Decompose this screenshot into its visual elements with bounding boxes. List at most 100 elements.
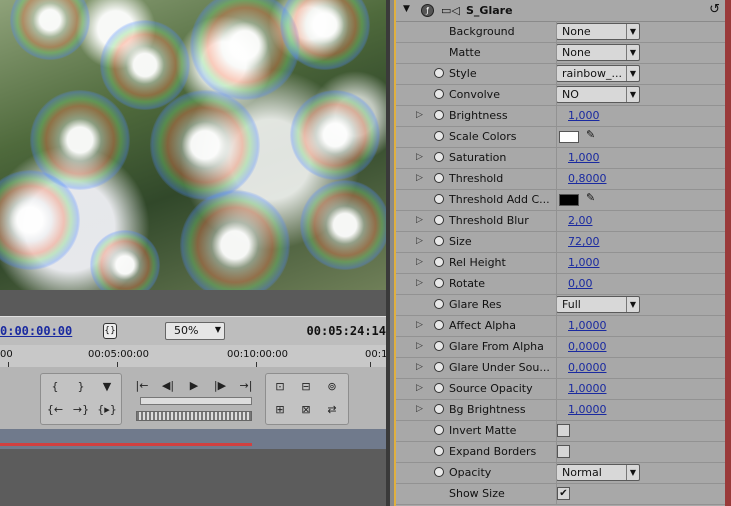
param-value[interactable]: 0,0000 [568, 340, 607, 353]
param-row: Scale Colors ✎ [396, 126, 727, 148]
param-value[interactable]: 1,000 [568, 151, 600, 164]
stopwatch-icon[interactable] [434, 173, 444, 183]
param-value[interactable]: 1,000 [568, 256, 600, 269]
color-swatch[interactable] [559, 131, 579, 143]
param-value[interactable]: 72,00 [568, 235, 600, 248]
stopwatch-icon[interactable] [434, 131, 444, 141]
twirl-down-icon[interactable]: ▼ [403, 4, 410, 14]
param-row: Invert Matte [396, 420, 727, 442]
shuttle-control[interactable] [136, 411, 252, 421]
column-divider [556, 357, 557, 378]
jog-slider[interactable] [140, 397, 252, 405]
step-forward-icon[interactable]: |▶ [210, 377, 230, 395]
param-checkbox[interactable] [557, 424, 570, 437]
twirl-right-icon[interactable]: ▷ [416, 362, 423, 372]
param-value[interactable]: 1,0000 [568, 382, 607, 395]
twirl-right-icon[interactable]: ▷ [416, 320, 423, 330]
export-frame-icon[interactable]: ⇄ [322, 401, 342, 419]
mark-out-icon[interactable]: } [71, 378, 91, 396]
video-preview[interactable] [0, 0, 386, 290]
insert-icon[interactable]: ⊞ [270, 401, 290, 419]
param-dropdown[interactable]: Full ▼ [556, 296, 640, 313]
param-value[interactable]: 2,00 [568, 214, 593, 227]
param-value[interactable]: 1,0000 [568, 403, 607, 416]
param-value[interactable]: 0,8000 [568, 172, 607, 185]
param-dropdown[interactable]: None ▼ [556, 23, 640, 40]
set-marker-icon[interactable]: ▼ [97, 378, 117, 396]
stopwatch-icon[interactable] [434, 68, 444, 78]
param-row: ▷ Saturation 1,000 [396, 147, 727, 169]
param-dropdown[interactable]: rainbow_... ▼ [556, 65, 640, 82]
play-in-to-out-icon[interactable]: {▸} [97, 401, 117, 419]
overlay-icon[interactable]: ⊠ [296, 401, 316, 419]
stopwatch-icon[interactable] [434, 320, 444, 330]
param-value[interactable]: 1,0000 [568, 319, 607, 332]
time-ruler[interactable]: 00 00:05:00:00 00:10:00:00 00:1 [0, 345, 387, 368]
stopwatch-icon[interactable] [434, 152, 444, 162]
column-divider [556, 462, 557, 483]
zoom-select[interactable]: 50% ▼ [165, 322, 225, 340]
step-back-icon[interactable]: ◀| [158, 377, 178, 395]
stopwatch-icon[interactable] [434, 257, 444, 267]
column-divider [556, 483, 557, 504]
motion-effect-icon: ▭◁ [441, 4, 460, 17]
stopwatch-icon[interactable] [434, 194, 444, 204]
twirl-right-icon[interactable]: ▷ [416, 236, 423, 246]
twirl-right-icon[interactable]: ▷ [416, 215, 423, 225]
stopwatch-icon[interactable] [434, 278, 444, 288]
stopwatch-icon[interactable] [434, 341, 444, 351]
stopwatch-icon[interactable] [434, 215, 444, 225]
param-checkbox[interactable]: ✔ [557, 487, 570, 500]
stopwatch-icon[interactable] [434, 425, 444, 435]
timeline-strip[interactable] [0, 429, 386, 449]
column-divider [556, 336, 557, 357]
param-value[interactable]: 1,000 [568, 109, 600, 122]
param-row: ▷ Rotate 0,00 [396, 273, 727, 295]
step-to-end-icon[interactable]: →| [236, 377, 256, 395]
param-dropdown[interactable]: NO ▼ [556, 86, 640, 103]
twirl-right-icon[interactable]: ▷ [416, 404, 423, 414]
snap-icon[interactable]: {} [103, 323, 117, 339]
eyedropper-icon[interactable]: ✎ [586, 191, 595, 204]
twirl-right-icon[interactable]: ▷ [416, 173, 423, 183]
mark-controls: { } ▼ {← →} {▸} [40, 373, 122, 425]
stopwatch-icon[interactable] [434, 404, 444, 414]
step-to-start-icon[interactable]: |← [132, 377, 152, 395]
twirl-right-icon[interactable]: ▷ [416, 383, 423, 393]
param-value[interactable]: 0,00 [568, 277, 593, 290]
trim-icon[interactable]: ⊟ [296, 378, 316, 396]
reset-icon[interactable]: ↺ [709, 2, 720, 17]
twirl-right-icon[interactable]: ▷ [416, 152, 423, 162]
param-dropdown[interactable]: Normal ▼ [556, 464, 640, 481]
stopwatch-icon[interactable] [434, 110, 444, 120]
color-swatch[interactable] [559, 194, 579, 206]
current-timecode[interactable]: 0:00:00:00 [0, 324, 72, 338]
twirl-right-icon[interactable]: ▷ [416, 278, 423, 288]
lift-icon[interactable]: ⊡ [270, 378, 290, 396]
stopwatch-icon[interactable] [434, 89, 444, 99]
param-checkbox[interactable] [557, 445, 570, 458]
stopwatch-icon[interactable] [434, 383, 444, 393]
play-icon[interactable]: ▶ [184, 377, 204, 395]
stopwatch-icon[interactable] [434, 362, 444, 372]
twirl-right-icon[interactable]: ▷ [416, 257, 423, 267]
effect-name: S_Glare [466, 4, 513, 17]
twirl-right-icon[interactable]: ▷ [416, 341, 423, 351]
stopwatch-icon[interactable] [434, 467, 444, 477]
panel-divider[interactable] [386, 0, 390, 506]
twirl-right-icon[interactable]: ▷ [416, 110, 423, 120]
stopwatch-icon[interactable] [434, 446, 444, 456]
column-divider [556, 231, 557, 252]
param-dropdown[interactable]: None ▼ [556, 44, 640, 61]
param-row: Show Size ✔ [396, 483, 727, 505]
param-row: ▷ Source Opacity 1,0000 [396, 378, 727, 400]
param-value[interactable]: 0,0000 [568, 361, 607, 374]
output-icon[interactable]: ⊚ [322, 378, 342, 396]
go-to-out-icon[interactable]: →} [71, 401, 91, 419]
stopwatch-icon[interactable] [434, 299, 444, 309]
go-to-in-icon[interactable]: {← [45, 401, 65, 419]
mark-in-icon[interactable]: { [45, 378, 65, 396]
eyedropper-icon[interactable]: ✎ [586, 128, 595, 141]
fx-toggle-icon[interactable]: ƒ [421, 4, 434, 17]
stopwatch-icon[interactable] [434, 236, 444, 246]
